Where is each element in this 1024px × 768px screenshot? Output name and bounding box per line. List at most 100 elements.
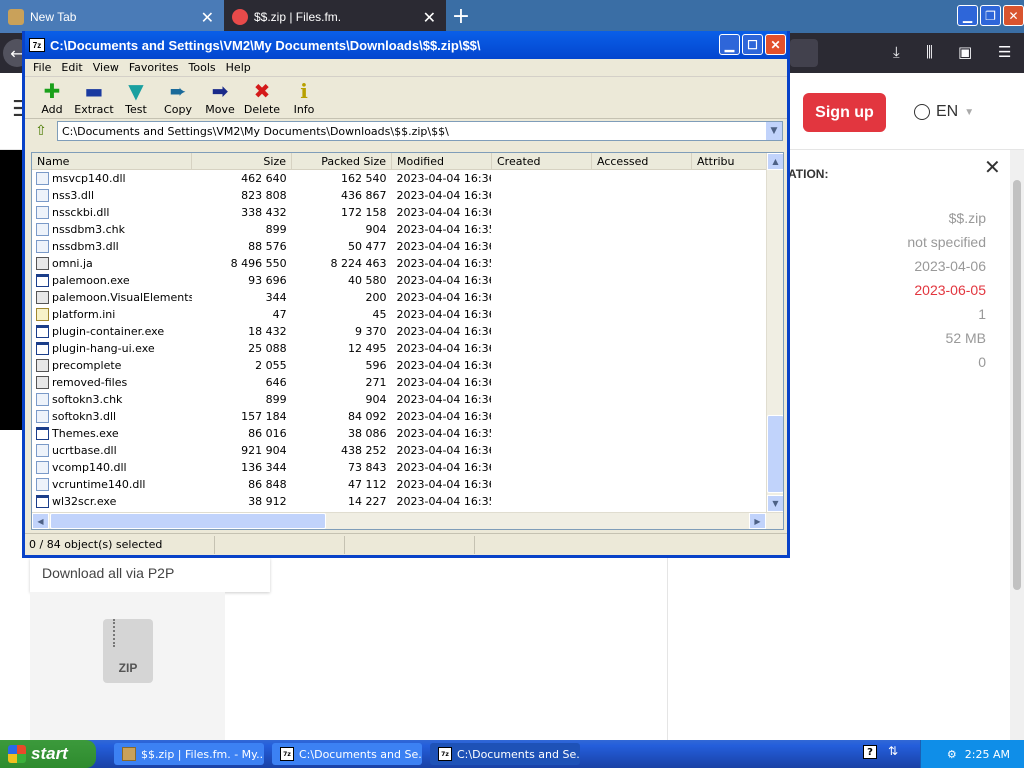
chevron-down-icon[interactable]: ▼ (766, 122, 782, 140)
info-button[interactable]: i Info (283, 79, 325, 116)
sidebar-icon[interactable]: ▣ (958, 43, 972, 61)
table-row[interactable]: plugin-container.exe 18 432 9 370 2023-04-0… (32, 323, 771, 340)
taskbar-button-browser[interactable]: $$.zip | Files.fm. - My... (114, 743, 264, 765)
scrollbar-thumb[interactable] (50, 513, 326, 529)
scrollbar-thumb[interactable] (1013, 180, 1021, 590)
scroll-up-icon[interactable]: ▲ (767, 153, 783, 170)
network-icon[interactable]: ⇅ (888, 744, 898, 758)
file-icon (36, 427, 49, 440)
browser-tab-new-tab[interactable]: New Tab ✕ (0, 0, 224, 33)
add-button[interactable]: ✚ Add (31, 79, 73, 116)
address-field[interactable]: C:\Documents and Settings\VM2\My Documen… (57, 121, 783, 141)
file-icon (36, 478, 49, 491)
taskbar-button-7zip-1[interactable]: 7z C:\Documents and Se... (272, 743, 422, 765)
signup-button[interactable]: Sign up (803, 93, 886, 132)
close-tab-icon[interactable]: ✕ (201, 8, 214, 28)
table-row[interactable]: palemoon.exe 93 696 40 580 2023-04-04 16:36 (32, 272, 771, 289)
column-size[interactable]: Size (192, 153, 292, 169)
file-modified: 2023-04-04 16:36 (396, 359, 492, 372)
table-row[interactable]: ucrtbase.dll 921 904 438 252 2023-04-04 16:… (32, 442, 771, 459)
column-attributes[interactable]: Attribu (692, 153, 772, 169)
scroll-right-icon[interactable]: ▶ (749, 513, 766, 529)
file-icon (36, 291, 49, 304)
new-tab-button[interactable]: + (446, 0, 476, 33)
maximize-button[interactable]: ☐ (742, 34, 763, 55)
column-created[interactable]: Created (492, 153, 592, 169)
copy-button[interactable]: ➨ Copy (157, 79, 199, 116)
menu-tools[interactable]: Tools (185, 61, 222, 74)
table-row[interactable]: nssdbm3.chk 899 904 2023-04-04 16:35 (32, 221, 771, 238)
menu-help[interactable]: Help (222, 61, 257, 74)
table-row[interactable]: platform.ini 47 45 2023-04-04 16:36 (32, 306, 771, 323)
library-icon[interactable]: ⫼ (926, 43, 933, 61)
table-row[interactable]: vcomp140.dll 136 344 73 843 2023-04-04 16:3… (32, 459, 771, 476)
close-window-button[interactable]: ✕ (1003, 5, 1024, 26)
restore-button[interactable]: ❐ (980, 5, 1001, 26)
tray-icon[interactable]: ⚙ (947, 748, 957, 761)
column-modified[interactable]: Modified (392, 153, 492, 169)
language-selector[interactable]: EN ▼ (914, 103, 974, 121)
page-scrollbar[interactable] (1010, 150, 1024, 740)
toolbar-label: Delete (243, 103, 281, 116)
close-button[interactable]: ✕ (765, 34, 786, 55)
toolbar-label: Extract (74, 103, 114, 116)
horizontal-scrollbar[interactable]: ◀ ▶ (32, 512, 783, 529)
column-name[interactable]: Name (32, 153, 192, 169)
table-row[interactable]: nssdbm3.dll 88 576 50 477 2023-04-04 16:36 (32, 238, 771, 255)
download-icon[interactable]: ⤓ (893, 43, 900, 61)
column-accessed[interactable]: Accessed (592, 153, 692, 169)
table-row[interactable]: softokn3.dll 157 184 84 092 2023-04-04 16:3… (32, 408, 771, 425)
vertical-scrollbar[interactable]: ▲ ▼ (766, 153, 783, 512)
minimize-button[interactable]: ▁ (957, 5, 978, 26)
table-row[interactable]: precomplete 2 055 596 2023-04-04 16:36 (32, 357, 771, 374)
menu-edit[interactable]: Edit (57, 61, 88, 74)
scrollbar-thumb[interactable] (767, 415, 783, 493)
table-row[interactable]: nss3.dll 823 808 436 867 2023-04-04 16:36 (32, 187, 771, 204)
download-p2p-button[interactable]: Download all via P2P (30, 558, 270, 592)
info-size: 52 MB (945, 330, 986, 346)
file-size: 338 432 (241, 206, 287, 219)
file-size: 93 696 (248, 274, 287, 287)
test-button[interactable]: ▼ Test (115, 79, 157, 116)
file-modified: 2023-04-04 16:36 (396, 206, 492, 219)
move-button[interactable]: ➡ Move (199, 79, 241, 116)
url-bar-edge[interactable] (790, 39, 818, 67)
start-button[interactable]: start (0, 740, 96, 768)
table-row[interactable]: removed-files 646 271 2023-04-04 16:36 (32, 374, 771, 391)
scroll-left-icon[interactable]: ◀ (32, 513, 49, 529)
browser-tab-files-fm[interactable]: $$.zip | Files.fm. ✕ (224, 0, 446, 33)
menu-view[interactable]: View (89, 61, 125, 74)
column-packed-size[interactable]: Packed Size (292, 153, 392, 169)
7zip-title-bar[interactable]: 7z C:\Documents and Settings\VM2\My Docu… (25, 31, 787, 59)
taskbar-button-7zip-2[interactable]: 7z C:\Documents and Se... (430, 743, 580, 765)
table-row[interactable]: wl32scr.exe 38 912 14 227 2023-04-04 16:35 (32, 493, 771, 510)
table-row[interactable]: Themes.exe 86 016 38 086 2023-04-04 16:35 (32, 425, 771, 442)
table-row[interactable]: omni.ja 8 496 550 8 224 463 2023-04-04 16:3… (32, 255, 771, 272)
table-row[interactable]: nssckbi.dll 338 432 172 158 2023-04-04 16:3… (32, 204, 771, 221)
table-row[interactable]: msvcp140.dll 462 640 162 540 2023-04-04 16:… (32, 170, 771, 187)
clock[interactable]: 2:25 AM (965, 748, 1010, 761)
table-row[interactable]: softokn3.chk 899 904 2023-04-04 16:36 (32, 391, 771, 408)
help-icon[interactable]: ? (863, 745, 877, 759)
scroll-down-icon[interactable]: ▼ (767, 495, 783, 512)
file-packed-size: 438 252 (341, 444, 387, 457)
minimize-button[interactable]: ▁ (719, 34, 740, 55)
status-cell (215, 535, 345, 554)
close-tab-icon[interactable]: ✕ (423, 8, 436, 28)
menu-file[interactable]: File (29, 61, 57, 74)
file-modified: 2023-04-04 16:36 (396, 189, 492, 202)
delete-button[interactable]: ✖ Delete (241, 79, 283, 116)
info-expiry-date: 2023-06-05 (914, 282, 986, 298)
table-row[interactable]: vcruntime140.dll 86 848 47 112 2023-04-04 1… (32, 476, 771, 493)
close-icon[interactable]: ✕ (984, 155, 1001, 179)
extract-button[interactable]: ▬ Extract (73, 79, 115, 116)
table-row[interactable]: plugin-hang-ui.exe 25 088 12 495 2023-04-04… (32, 340, 771, 357)
folder-up-icon[interactable]: ⇧ (29, 121, 53, 141)
menu-icon[interactable]: ☰ (998, 43, 1011, 61)
menu-favorites[interactable]: Favorites (125, 61, 185, 74)
language-label: EN (936, 103, 959, 120)
system-tray: ⚙ 2:25 AM (920, 740, 1024, 768)
table-row[interactable]: palemoon.VisualElements... 344 200 2023-04-… (32, 289, 771, 306)
delete-icon: ✖ (253, 79, 271, 103)
toolbar-label: Info (293, 103, 315, 116)
